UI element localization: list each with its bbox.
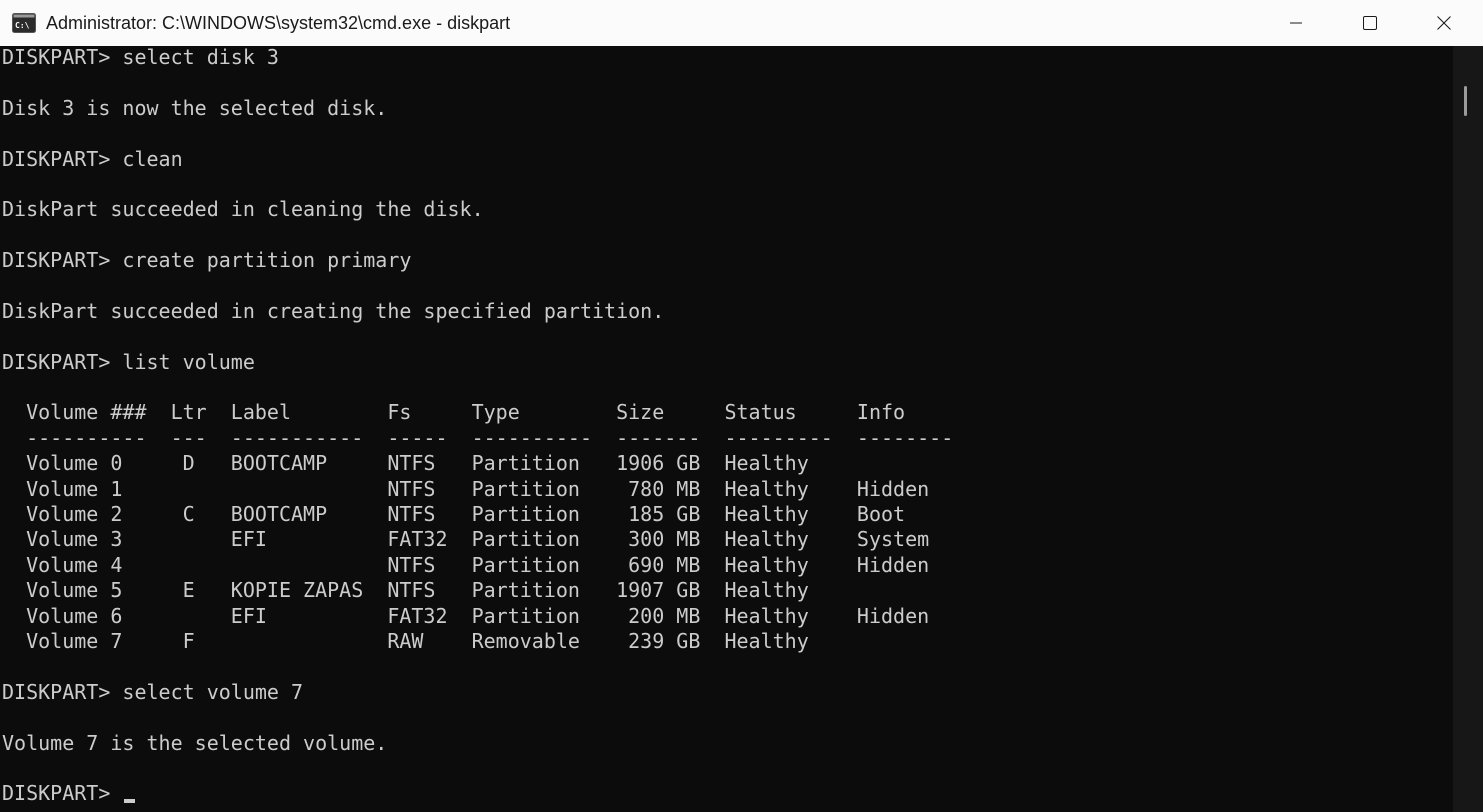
window-title: Administrator: C:\WINDOWS\system32\cmd.e… <box>46 13 511 33</box>
console-line: DISKPART> list volume <box>2 349 255 374</box>
text-cursor <box>124 799 136 804</box>
console-line: Volume 7 is the selected volume. <box>2 730 388 755</box>
console-line: Volume 6 EFI FAT32 Partition 200 MB Heal… <box>2 603 930 628</box>
title-bar[interactable]: C:\ Administrator: C:\WINDOWS\system32\c… <box>0 0 1483 46</box>
console-line: Volume 4 NTFS Partition 690 MB Healthy H… <box>2 552 930 577</box>
console-output[interactable]: DISKPART> select disk 3 Disk 3 is now the… <box>0 46 1453 812</box>
console-line: Volume 3 EFI FAT32 Partition 300 MB Heal… <box>2 527 930 552</box>
console-line: Disk 3 is now the selected disk. <box>2 95 388 120</box>
cmd-window: C:\ Administrator: C:\WINDOWS\system32\c… <box>0 0 1483 812</box>
console-line: ---------- --- ----------- ----- -------… <box>2 425 954 450</box>
close-button[interactable] <box>1407 0 1481 46</box>
vertical-scrollbar[interactable] <box>1453 46 1483 812</box>
scrollbar-thumb[interactable] <box>1464 86 1467 116</box>
minimize-button[interactable] <box>1259 0 1333 46</box>
console-line: DiskPart succeeded in creating the speci… <box>2 298 665 323</box>
console-line: DISKPART> <box>2 781 953 806</box>
console-line: Volume 5 E KOPIE ZAPAS NTFS Partition 19… <box>2 578 809 603</box>
svg-text:C:\: C:\ <box>15 21 30 30</box>
console-line: DISKPART> select disk 3 <box>2 46 279 69</box>
console-line: DISKPART> clean <box>2 146 183 171</box>
console-line: Volume ### Ltr Label Fs Type Size Status… <box>2 400 906 425</box>
close-icon <box>1437 16 1451 30</box>
maximize-icon <box>1363 16 1377 30</box>
console-line: Volume 0 D BOOTCAMP NTFS Partition 1906 … <box>2 451 809 476</box>
console-line: DISKPART> create partition primary <box>2 248 412 273</box>
cmd-icon: C:\ <box>12 13 36 33</box>
console-line: Volume 2 C BOOTCAMP NTFS Partition 185 G… <box>2 502 906 527</box>
maximize-button[interactable] <box>1333 0 1407 46</box>
console-line: Volume 7 F RAW Removable 239 GB Healthy <box>2 628 809 653</box>
console-line: DiskPart succeeded in cleaning the disk. <box>2 197 484 222</box>
minimize-icon <box>1290 22 1302 24</box>
console-line: DISKPART> select volume 7 <box>2 679 304 704</box>
console-lines: DISKPART> select disk 3 Disk 3 is now the… <box>2 46 953 807</box>
console-line: Volume 1 NTFS Partition 780 MB Healthy H… <box>2 476 930 501</box>
